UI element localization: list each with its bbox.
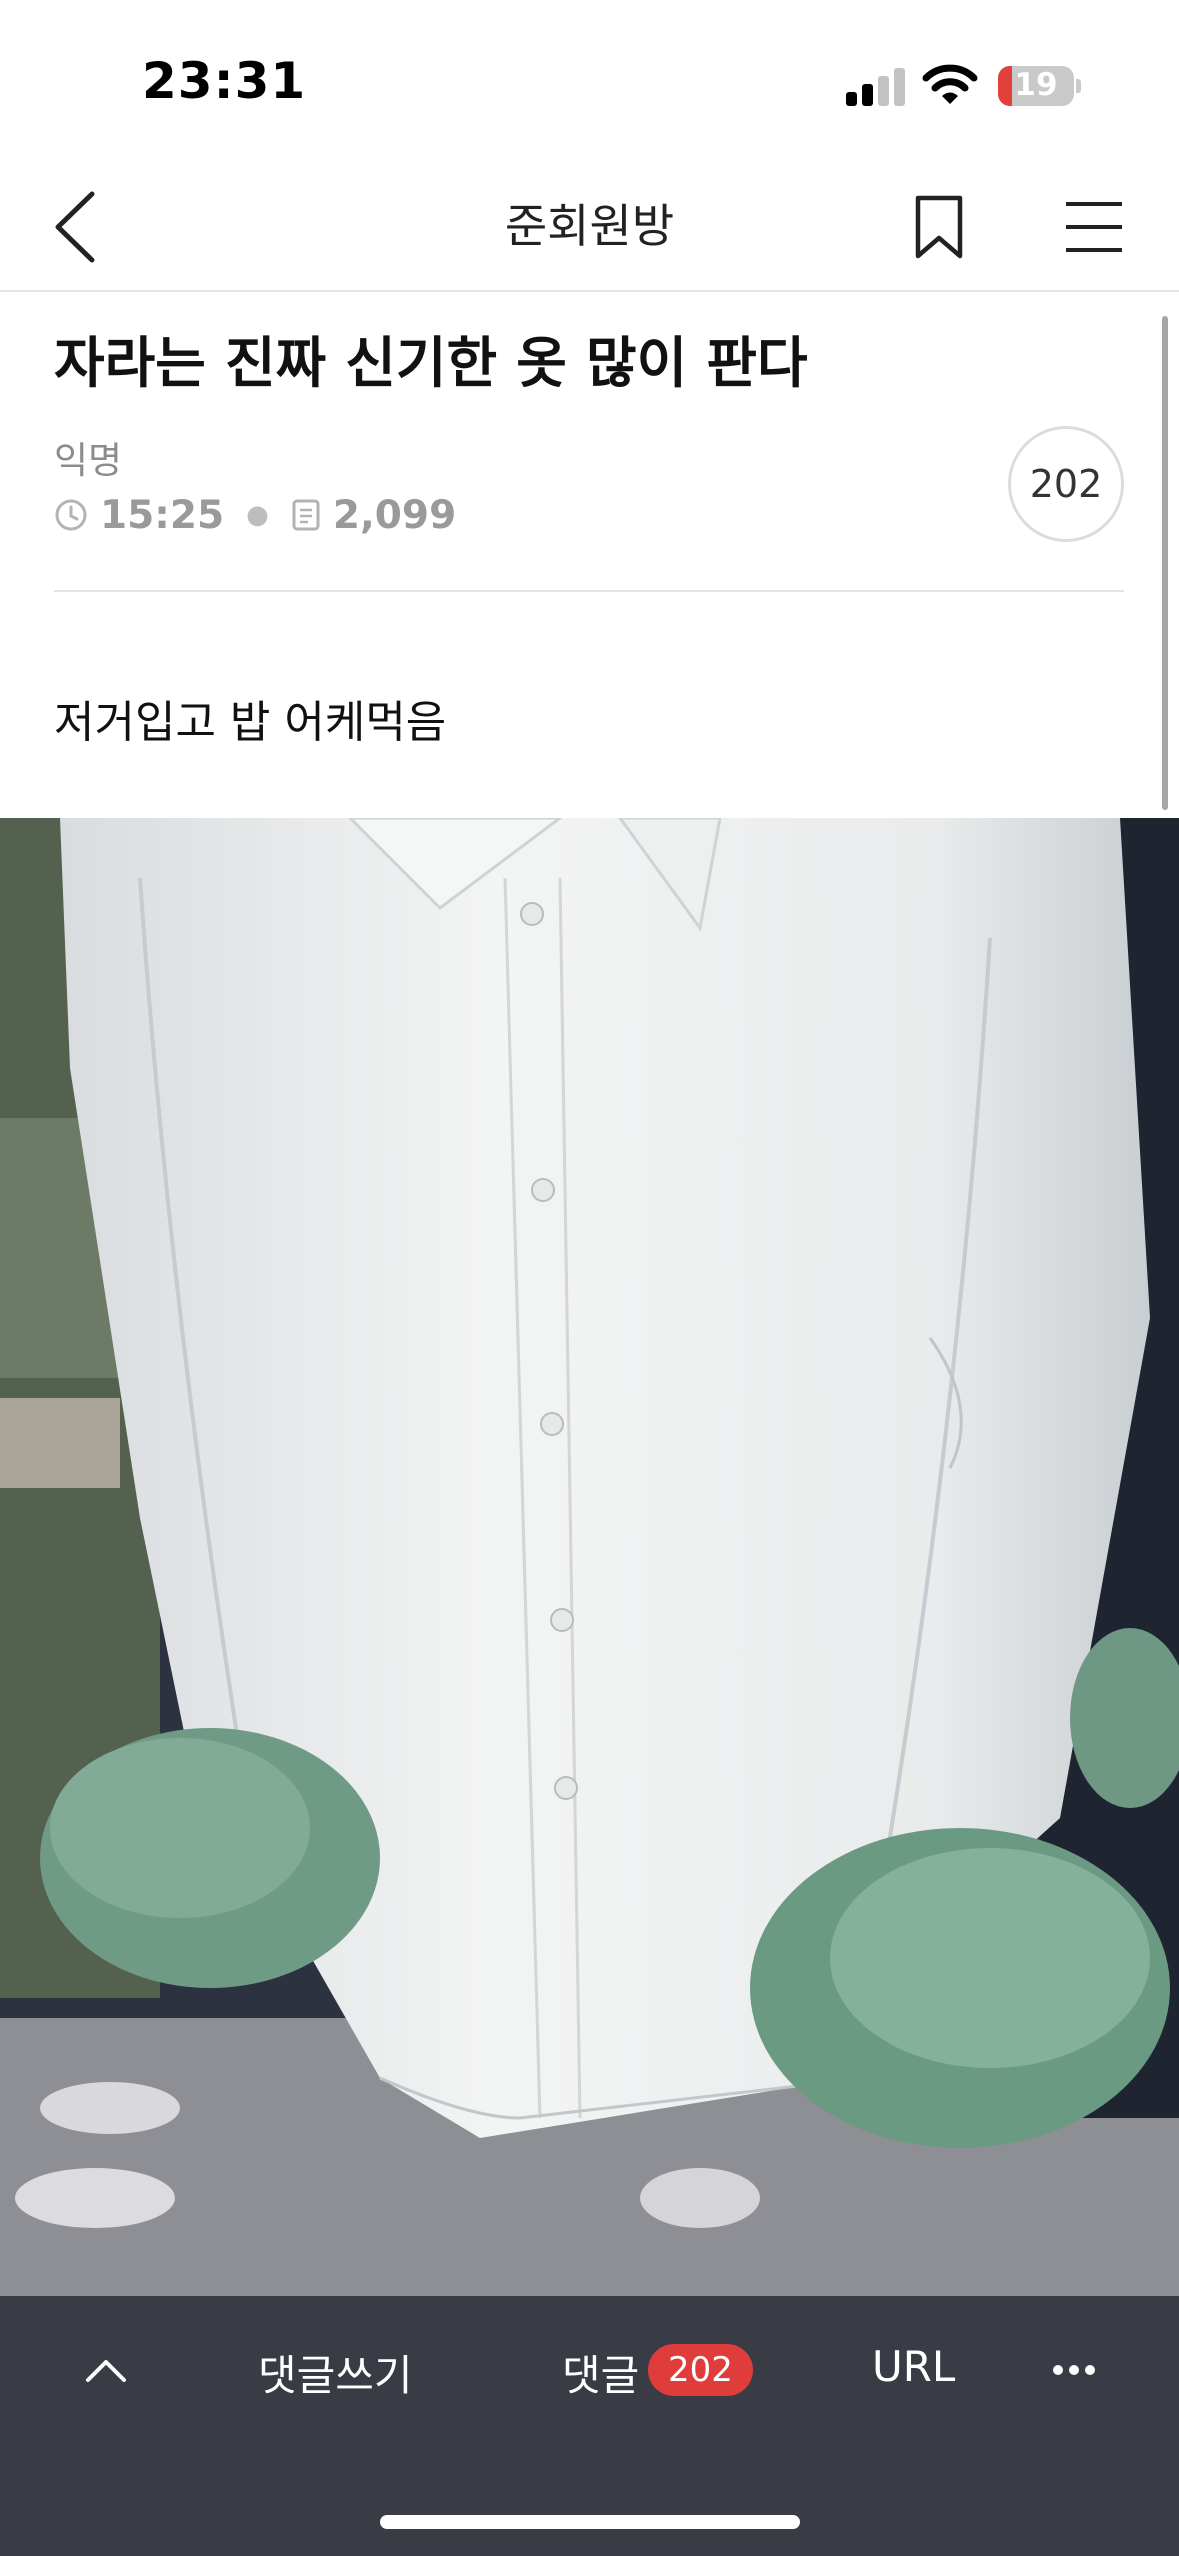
page-title: 준회원방	[504, 199, 675, 253]
copy-url-button[interactable]: URL	[872, 2342, 955, 2391]
chevron-up-icon[interactable]	[78, 2348, 134, 2392]
more-options-icon[interactable]	[1052, 2360, 1096, 2380]
post-image	[0, 818, 1179, 2296]
status-time: 23:31	[142, 52, 307, 110]
write-comment-button[interactable]: 댓글쓰기	[258, 2342, 413, 2403]
divider	[54, 590, 1124, 592]
clock-icon	[55, 499, 87, 531]
post-meta: 15:25 ● 2,099	[54, 490, 456, 540]
meta-separator: ●	[246, 500, 269, 530]
wifi-icon	[922, 64, 978, 104]
comments-count-badge: 202	[648, 2344, 753, 2396]
scrollbar[interactable]	[1162, 316, 1168, 810]
post-title: 자라는 진짜 신기한 옷 많이 판다	[54, 331, 808, 395]
post-body: 저거입고 밥 어케먹음	[54, 697, 447, 748]
hamburger-menu-icon[interactable]	[1064, 200, 1124, 254]
battery-cap	[1076, 79, 1081, 93]
nav-bar: 준회원방	[0, 160, 1179, 292]
comments-button[interactable]: 댓글	[562, 2342, 639, 2403]
document-icon	[292, 499, 320, 531]
cellular-signal-icon	[846, 66, 906, 106]
comment-count-button[interactable]: 202	[1008, 426, 1124, 542]
battery-level-text: 19	[1014, 67, 1058, 103]
post-time: 15:25	[100, 492, 225, 538]
battery-icon: 19	[998, 66, 1074, 106]
status-bar: 23:31 19	[0, 0, 1179, 160]
bookmark-icon[interactable]	[912, 194, 966, 260]
post-author: 익명	[54, 439, 123, 482]
post-views: 2,099	[332, 492, 457, 538]
home-indicator[interactable]	[380, 2515, 800, 2529]
